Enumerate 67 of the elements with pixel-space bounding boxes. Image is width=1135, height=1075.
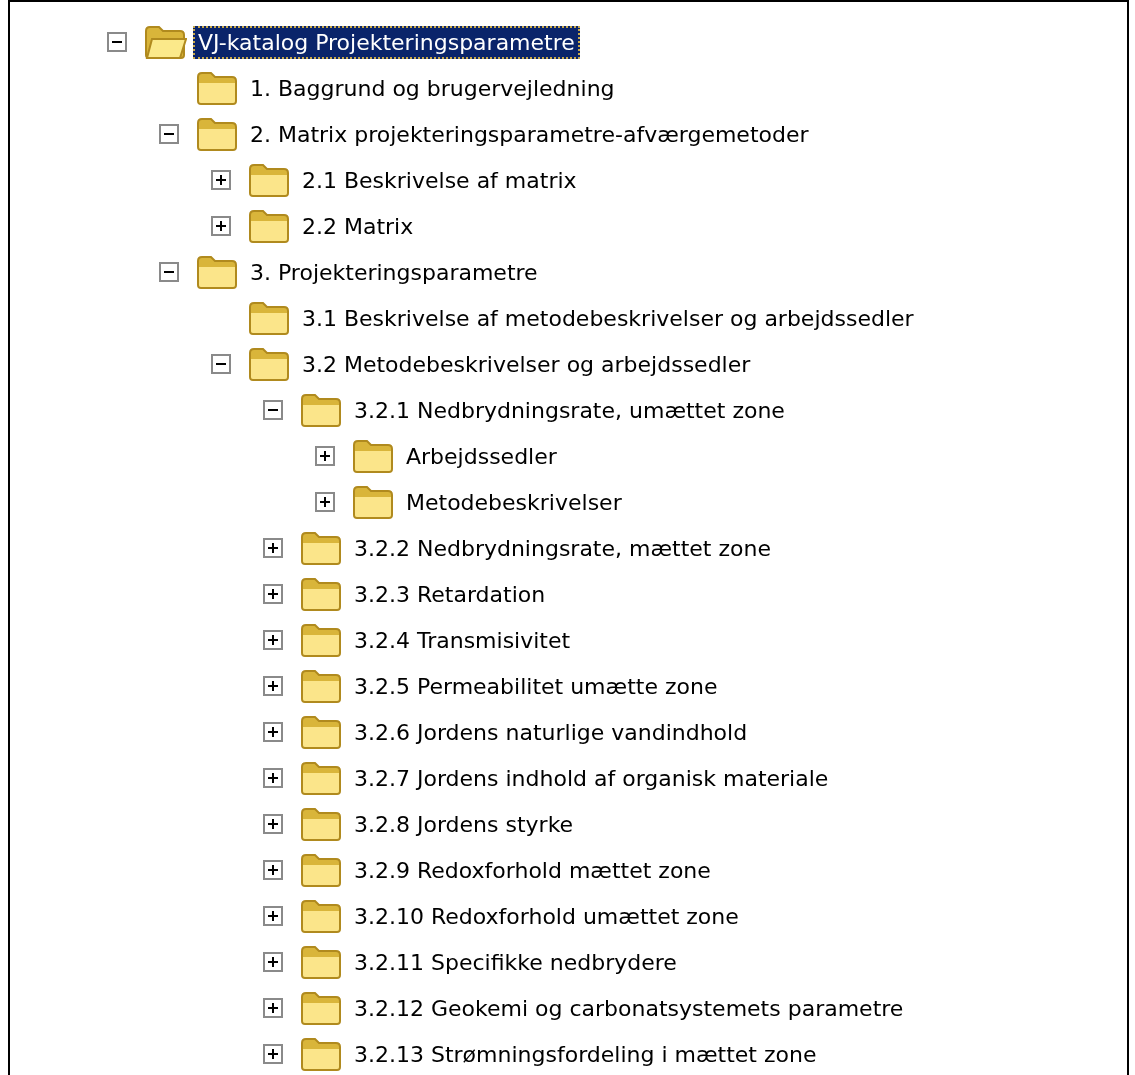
tree-item[interactable]: 3.2.9 Redoxforhold mættet zone [349,853,716,887]
folder-icon [299,851,343,889]
expand-icon[interactable] [263,768,283,788]
folder-icon [195,253,239,291]
tree-item[interactable]: 1. Baggrund og brugervejledning [245,71,620,105]
expand-icon[interactable] [211,170,231,190]
tree-item[interactable]: Arbejdssedler [401,439,562,473]
collapse-icon[interactable] [263,400,283,420]
folder-icon [247,299,291,337]
tree-item[interactable]: 3.2.3 Retardation [349,577,551,611]
tree-item[interactable]: 3.2.10 Redoxforhold umættet zone [349,899,744,933]
expand-icon[interactable] [263,906,283,926]
tree-item[interactable]: 3.2.7 Jordens indhold af organisk materiale [349,761,834,795]
collapse-icon[interactable] [159,262,179,282]
tree-item[interactable]: 3.2.8 Jordens styrke [349,807,579,841]
tree-item[interactable]: VJ-katalog Projekteringsparametre [193,25,580,59]
folder-icon [195,69,239,107]
folder-icon [299,805,343,843]
tree-item[interactable]: 3.1 Beskrivelse af metodebeskrivelser og arbejdssedler [297,301,919,335]
folder-icon [247,345,291,383]
expand-icon[interactable] [263,952,283,972]
expand-icon[interactable] [263,1044,283,1064]
folder-icon [351,437,395,475]
tree-item[interactable]: 3.2.5 Permeabilitet umætte zone [349,669,723,703]
tree-item[interactable]: 3.2 Metodebeskrivelser og arbejdssedler [297,347,756,381]
folder-icon [299,529,343,567]
expand-icon[interactable] [263,814,283,834]
folder-icon [299,989,343,1027]
expand-icon[interactable] [315,492,335,512]
tree-item[interactable]: Metodebeskrivelser [401,485,627,519]
tree-item[interactable]: 3. Projekteringsparametre [245,255,543,289]
folder-icon [299,943,343,981]
expand-icon[interactable] [263,676,283,696]
tree-item[interactable]: 3.2.2 Nedbrydningsrate, mættet zone [349,531,776,565]
expand-icon[interactable] [263,538,283,558]
tree-item[interactable]: 3.2.1 Nedbrydningsrate, umættet zone [349,393,790,427]
expand-icon[interactable] [211,216,231,236]
tree-item[interactable]: 3.2.6 Jordens naturlige vandindhold [349,715,753,749]
open-folder-icon [143,23,187,61]
folder-icon [299,897,343,935]
folder-icon [299,759,343,797]
expand-icon[interactable] [263,630,283,650]
folder-icon [247,161,291,199]
collapse-icon[interactable] [159,124,179,144]
tree-item[interactable]: 2. Matrix projekteringsparametre-afværgemetoder [245,117,814,151]
folder-icon [299,391,343,429]
folder-icon [247,207,291,245]
expand-icon[interactable] [263,860,283,880]
expand-icon[interactable] [315,446,335,466]
tree-item[interactable]: 3.2.11 Specifikke nedbrydere [349,945,682,979]
tree-item[interactable]: 3.2.12 Geokemi og carbonatsystemets parametre [349,991,909,1025]
folder-icon [299,713,343,751]
expand-icon[interactable] [263,722,283,742]
tree-item[interactable]: 3.2.13 Strømningsfordeling i mættet zone [349,1037,822,1071]
expand-icon[interactable] [263,584,283,604]
collapse-icon[interactable] [107,32,127,52]
folder-icon [299,667,343,705]
folder-icon [299,621,343,659]
folder-icon [299,1035,343,1073]
collapse-icon[interactable] [211,354,231,374]
tree-item[interactable]: 2.2 Matrix [297,209,419,243]
expand-icon[interactable] [263,998,283,1018]
tree-item[interactable]: 2.1 Beskrivelse af matrix [297,163,582,197]
folder-icon [195,115,239,153]
folder-icon [351,483,395,521]
tree-item[interactable]: 3.2.4 Transmisivitet [349,623,576,657]
folder-icon [299,575,343,613]
